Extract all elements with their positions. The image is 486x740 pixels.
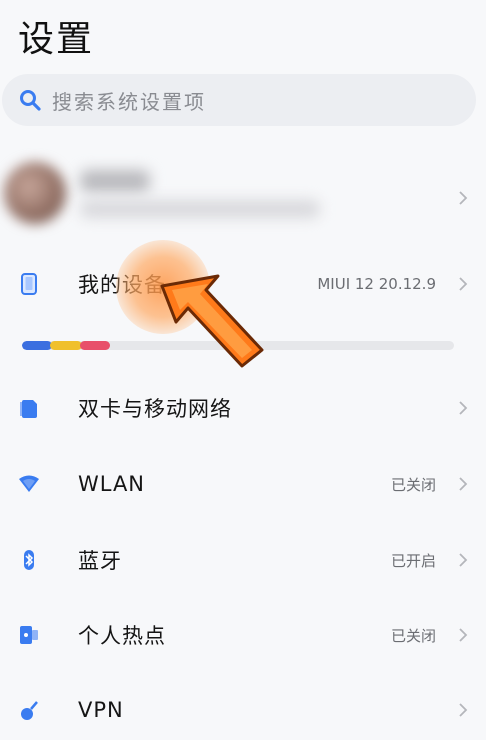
storage-segment (22, 341, 52, 350)
chevron-right-icon (459, 477, 468, 491)
chevron-right-icon (459, 277, 468, 291)
row-value: 已关闭 (390, 475, 436, 494)
row-label: 双卡与移动网络 (78, 397, 232, 421)
row-value: 已开启 (390, 551, 436, 570)
account-name-blurred (80, 170, 150, 192)
account-subtitle-blurred (80, 200, 320, 218)
vpn-icon (21, 701, 38, 720)
settings-row-vpn[interactable]: VPN (0, 680, 486, 740)
row-label: WLAN (78, 472, 146, 496)
chevron-right-icon (459, 628, 468, 642)
row-value: 已关闭 (390, 626, 436, 645)
page-title: 设置 (18, 19, 95, 60)
chevron-right-icon (459, 401, 468, 415)
phone-icon (21, 273, 37, 295)
search-input[interactable]: 搜索系统设置项 (52, 86, 206, 115)
chevron-right-icon (459, 191, 468, 205)
settings-row-wlan[interactable]: WLAN 已关闭 (0, 454, 486, 514)
row-label: 蓝牙 (78, 549, 122, 573)
avatar (4, 162, 66, 224)
row-label: VPN (78, 698, 124, 722)
chevron-right-icon (459, 553, 468, 567)
chevron-right-icon (459, 703, 468, 717)
row-value: MIUI 12 20.12.9 (317, 275, 436, 293)
settings-row-hotspot[interactable]: 个人热点 已关闭 (0, 605, 486, 665)
settings-row-bluetooth[interactable]: 蓝牙 已开启 (0, 530, 486, 590)
storage-segment (50, 341, 82, 350)
settings-row-dual-sim[interactable]: 双卡与移动网络 (0, 378, 486, 438)
row-label: 个人热点 (78, 624, 166, 648)
account-row[interactable] (0, 156, 486, 240)
wifi-icon (19, 475, 39, 492)
pointer-arrow-icon (160, 274, 264, 368)
hotspot-icon (20, 626, 38, 644)
sim-card-icon (20, 400, 37, 418)
search-bar[interactable]: 搜索系统设置项 (2, 74, 476, 126)
storage-segment (80, 341, 110, 350)
bluetooth-icon (24, 550, 34, 570)
search-icon (20, 90, 41, 111)
